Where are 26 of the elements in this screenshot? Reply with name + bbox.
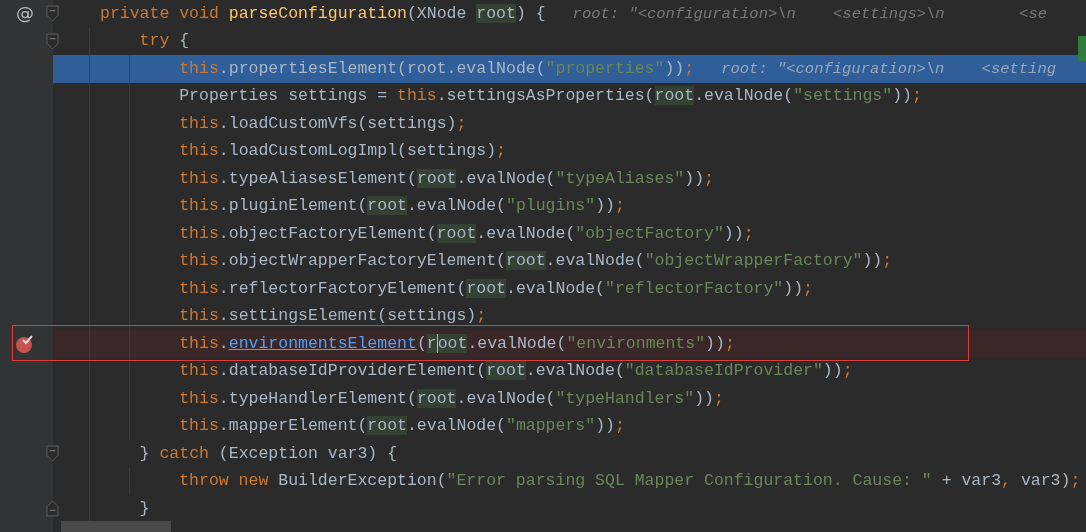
code-line: this.reflectorFactoryElement(root.evalNode("reflectorFactory")); xyxy=(178,278,813,299)
breakpoint-icon[interactable] xyxy=(15,334,35,354)
code-line: try { xyxy=(138,31,190,52)
code-line: this.environmentsElement(root.evalNode("environments")); xyxy=(178,333,735,354)
code-line: this.pluginElement(root.evalNode("plugins")); xyxy=(178,196,625,217)
override-marker[interactable]: @ xyxy=(16,2,34,23)
fold-icon[interactable] xyxy=(46,5,59,22)
code-line: Properties settings = this.settingsAsProperties(root.evalNode("settings")); xyxy=(178,86,922,107)
code-line: this.typeHandlerElement(root.evalNode("typeHandlers")); xyxy=(178,388,724,409)
code-line: this.mapperElement(root.evalNode("mappers")); xyxy=(178,416,625,437)
code-line: this.typeAliasesElement(root.evalNode("typeAliases")); xyxy=(178,168,714,189)
code-line: this.propertiesElement(root.evalNode("properties")); xyxy=(178,58,695,79)
code-line: throw new BuilderException("Error parsing SQL Mapper Configuration. Cause: " + var3, var3); xyxy=(178,471,1081,492)
code-line: this.objectWrapperFactoryElement(root.evalNode("objectWrapperFactory")); xyxy=(178,251,893,272)
code-line: this.settingsElement(settings); xyxy=(178,306,487,327)
code-line: this.loadCustomLogImpl(settings); xyxy=(178,141,506,162)
code-line: this.objectFactoryElement(root.evalNode("objectFactory")); xyxy=(178,223,754,244)
fold-icon[interactable] xyxy=(46,32,59,50)
code-line: } xyxy=(138,498,150,519)
fold-icon[interactable] xyxy=(46,445,59,462)
code-line: this.loadCustomVfs(settings); xyxy=(178,113,467,134)
code-line: this.databaseIdProviderElement(root.evalNode("databaseIdProvider")); xyxy=(178,361,853,382)
inline-hint: root: "<configuration>\n <settings>\n <se xyxy=(572,4,1047,23)
code-line: private void parseConfiguration(XNode root) { xyxy=(100,3,546,24)
code-line: } catch (Exception var3) { xyxy=(138,443,398,464)
inline-hint: root: "<configuration>\n <setting xyxy=(721,59,1056,78)
